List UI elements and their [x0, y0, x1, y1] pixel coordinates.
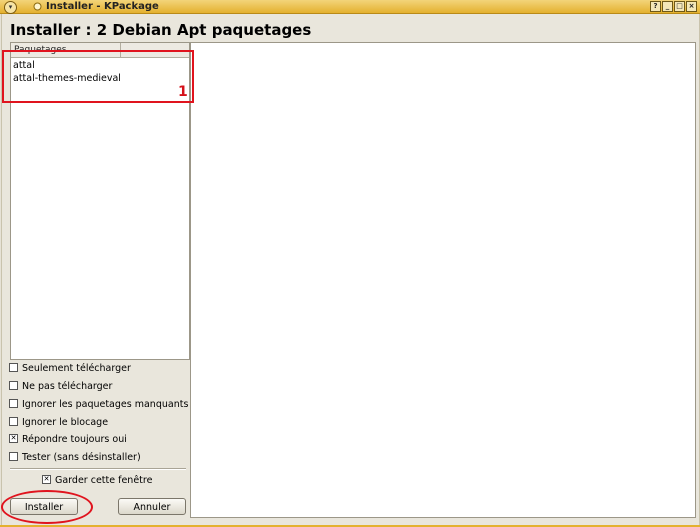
checkbox-download-only[interactable]: [9, 363, 18, 372]
option-no-download[interactable]: Ne pas télécharger: [9, 381, 112, 393]
page-title: Installer : 2 Debian Apt paquetages: [10, 21, 312, 39]
checkbox-always-yes[interactable]: ✕: [9, 434, 18, 443]
option-keep-window[interactable]: ✕ Garder cette fenêtre: [42, 475, 152, 487]
option-label: Tester (sans désinstaller): [22, 452, 141, 463]
kpackage-app-icon: [33, 2, 42, 11]
option-always-yes[interactable]: ✕ Répondre toujours oui: [9, 434, 127, 446]
option-label: Ignorer le blocage: [22, 417, 109, 428]
option-label: Répondre toujours oui: [22, 434, 127, 445]
package-details-panel[interactable]: [190, 42, 696, 518]
option-ignore-missing[interactable]: Ignorer les paquetages manquants: [9, 399, 188, 411]
annotation-ellipse: [1, 490, 93, 524]
window-title: Installer - KPackage: [46, 1, 159, 12]
checkbox-ignore-hold[interactable]: [9, 417, 18, 426]
checkbox-keep-window[interactable]: ✕: [42, 475, 51, 484]
checkbox-test-only[interactable]: [9, 452, 18, 461]
option-label: Garder cette fenêtre: [55, 475, 153, 486]
annotation-rectangle: [2, 50, 194, 103]
checkbox-no-download[interactable]: [9, 381, 18, 390]
option-label: Ne pas télécharger: [22, 381, 113, 392]
minimize-button[interactable]: _: [662, 1, 673, 12]
option-download-only[interactable]: Seulement télécharger: [9, 363, 131, 375]
title-bar[interactable]: ▾ Installer - KPackage ? _ □ ×: [0, 0, 700, 14]
cancel-button[interactable]: Annuler: [118, 498, 186, 515]
separator: [10, 468, 186, 470]
annotation-number: 1: [178, 84, 188, 100]
option-label: Seulement télécharger: [22, 363, 131, 374]
checkbox-ignore-missing[interactable]: [9, 399, 18, 408]
option-test-only[interactable]: Tester (sans désinstaller): [9, 452, 141, 464]
option-label: Ignorer les paquetages manquants: [22, 399, 189, 410]
help-button[interactable]: ?: [650, 1, 661, 12]
close-button[interactable]: ×: [686, 1, 697, 12]
window-menu-icon[interactable]: ▾: [4, 1, 17, 14]
maximize-button[interactable]: □: [674, 1, 685, 12]
option-ignore-hold[interactable]: Ignorer le blocage: [9, 417, 108, 429]
